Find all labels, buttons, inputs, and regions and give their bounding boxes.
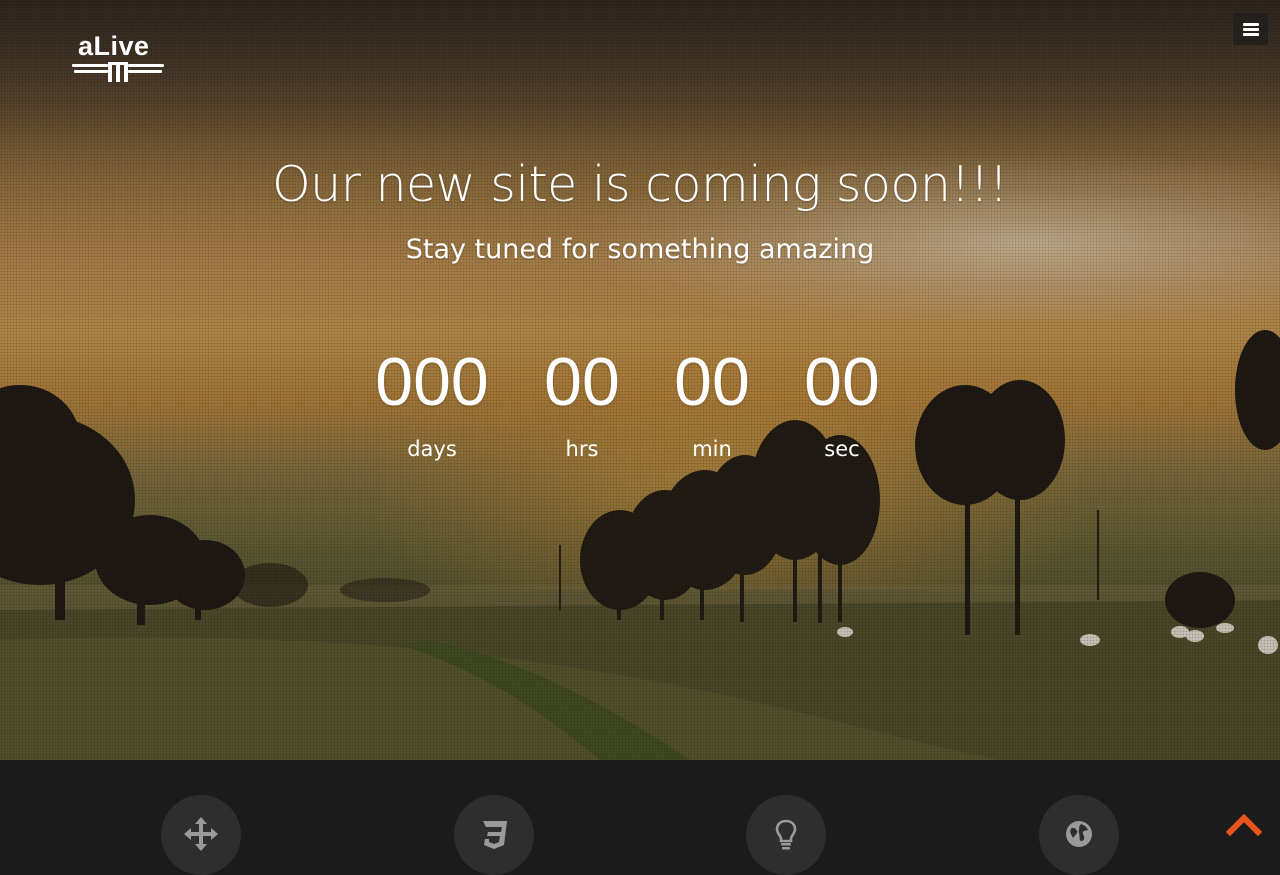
css3-icon [483,821,507,849]
page-subheadline: Stay tuned for something amazing [405,234,875,265]
scroll-to-top-button[interactable] [1225,810,1263,838]
move-arrows-icon [184,817,218,851]
feature-css3 [454,795,534,875]
features-section [0,760,1280,875]
countdown-hours: 00 hrs [507,340,657,464]
countdown-seconds-value: 00 [804,344,880,420]
countdown-seconds: 00 sec [767,340,917,464]
hamburger-menu-icon [1242,22,1259,36]
menu-button[interactable] [1233,13,1268,45]
feature-move [161,795,241,875]
countdown-days-label: days [407,437,457,461]
countdown-minutes-value: 00 [674,344,750,420]
countdown-minutes-label: min [692,437,732,461]
countdown-days-value: 000 [375,344,489,420]
logo-emblem-icon [72,62,164,82]
countdown-minutes: 00 min [637,340,787,464]
countdown-timer: 000 days 00 hrs 00 min 00 sec [0,340,1280,470]
countdown-days: 000 days [357,340,507,464]
feature-global [1039,795,1119,875]
globe-icon [1066,821,1092,847]
logo-text: aLive [78,31,150,61]
countdown-hours-value: 00 [544,344,620,420]
lightbulb-icon [775,819,797,850]
brand-logo[interactable]: aLive [70,30,166,86]
page-headline: Our new site is coming soon!!! [272,156,1008,213]
countdown-hours-label: hrs [565,437,599,461]
chevron-up-icon [1225,813,1263,837]
countdown-seconds-label: sec [824,437,860,461]
feature-idea [746,795,826,875]
